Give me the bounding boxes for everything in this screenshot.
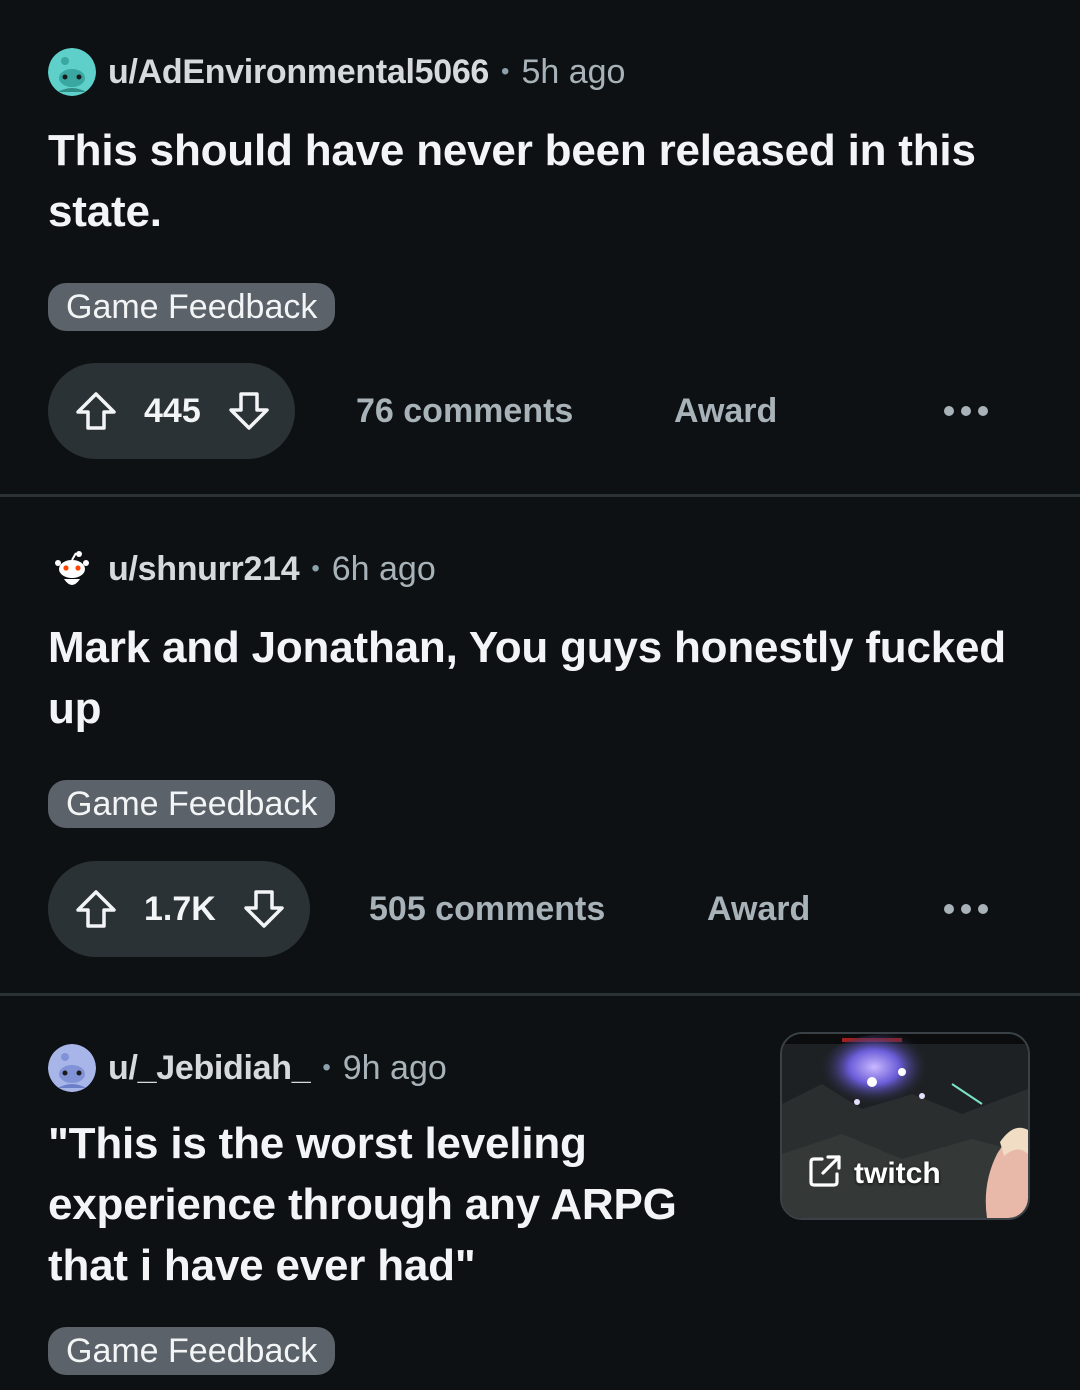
post-age: 9h ago — [342, 1048, 447, 1087]
snoo-avatar-icon[interactable] — [48, 48, 96, 96]
external-link-badge[interactable]: twitch — [808, 1154, 941, 1193]
separator: • — [311, 555, 320, 582]
post-actions: 445 76 comments Award — [48, 363, 988, 459]
post-title[interactable]: This should have never been released in … — [48, 120, 1008, 242]
separator: • — [501, 58, 510, 85]
author-name[interactable]: u/AdEnvironmental5066 — [108, 53, 489, 92]
more-icon[interactable] — [944, 897, 988, 921]
flair-badge[interactable]: Game Feedback — [48, 283, 336, 331]
external-link-icon — [808, 1154, 842, 1193]
post-meta: u/AdEnvironmental5066 • 5h ago — [48, 48, 625, 96]
post-title[interactable]: "This is the worst leveling experience t… — [48, 1113, 763, 1296]
flair-badge[interactable]: Game Feedback — [48, 780, 336, 828]
post-age: 6h ago — [331, 549, 436, 588]
vote-count: 445 — [144, 391, 201, 430]
comments-button[interactable]: 505 comments — [369, 861, 605, 957]
flair-badge[interactable]: Game Feedback — [48, 1327, 336, 1375]
downvote-icon[interactable] — [227, 389, 271, 433]
vote-control: 445 — [48, 363, 295, 459]
post-meta: u/shnurr214 • 6h ago — [48, 545, 436, 593]
upvote-icon[interactable] — [74, 887, 118, 931]
snoo-avatar-icon[interactable] — [48, 545, 96, 593]
post-thumbnail[interactable]: twitch — [780, 1032, 1030, 1220]
post-meta: u/_Jebidiah_ • 9h ago — [48, 1044, 447, 1092]
upvote-icon[interactable] — [74, 389, 118, 433]
post-card[interactable]: u/shnurr214 • 6h ago Mark and Jonathan, … — [0, 497, 1080, 993]
author-name[interactable]: u/shnurr214 — [108, 550, 300, 589]
downvote-icon[interactable] — [242, 887, 286, 931]
award-button[interactable]: Award — [674, 363, 777, 459]
thumbnail-source-label: twitch — [854, 1156, 941, 1190]
post-card[interactable]: u/AdEnvironmental5066 • 5h ago This shou… — [0, 0, 1080, 495]
post-title[interactable]: Mark and Jonathan, You guys honestly fuc… — [48, 617, 1008, 739]
post-actions: 1.7K 505 comments Award — [48, 861, 988, 957]
vote-count: 1.7K — [144, 889, 216, 928]
separator: • — [322, 1054, 331, 1081]
snoo-avatar-icon[interactable] — [48, 1044, 96, 1092]
vote-control: 1.7K — [48, 861, 310, 957]
post-age: 5h ago — [521, 52, 626, 91]
comments-button[interactable]: 76 comments — [356, 363, 573, 459]
more-icon[interactable] — [944, 399, 988, 423]
award-button[interactable]: Award — [707, 861, 810, 957]
author-name[interactable]: u/_Jebidiah_ — [108, 1049, 311, 1088]
